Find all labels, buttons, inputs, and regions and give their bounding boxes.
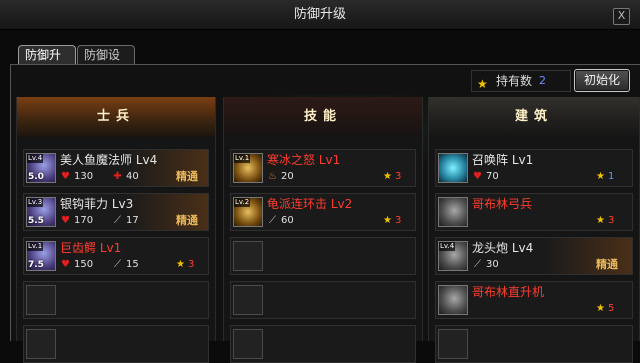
skill-row[interactable]: Lv.2 龟派连环击 Lv2 ⟋ 60 ★ 3: [230, 193, 416, 231]
window-titlebar: 防御升级 X: [0, 0, 640, 30]
owned-value: 2: [539, 74, 546, 87]
window-title: 防御升级: [293, 7, 346, 22]
soldier-row[interactable]: Lv.3 5.5 银钩菲力 Lv3 ♥ 170 ⟋ 17 精通: [23, 193, 209, 231]
empty-slot-row: [230, 281, 416, 319]
silverhook-portrait: Lv.3 5.5: [26, 197, 56, 227]
unit-name: 美人鱼魔法师 Lv4: [60, 153, 158, 167]
dragon-cannon-portrait: Lv.4: [438, 241, 468, 271]
skill-name: 寒冰之怒 Lv1: [267, 153, 341, 167]
soldier-row[interactable]: Lv.4 5.0 美人鱼魔法师 Lv4 ♥ 130 ✚ 40 精通: [23, 149, 209, 187]
building-row[interactable]: Lv.4 龙头炮 Lv4 ⟋ 30 精通: [435, 237, 633, 275]
close-button[interactable]: X: [613, 8, 630, 25]
hp-stat: ♥ 150: [61, 259, 94, 270]
building-row[interactable]: 哥布林弓兵 ★ 3: [435, 193, 633, 231]
skill-name: 龟派连环击 Lv2: [267, 197, 353, 211]
tab-defense-upgrade[interactable]: 防御升级: [18, 45, 76, 81]
ice-fury-icon: Lv.1: [233, 153, 263, 183]
empty-slot-row: [435, 325, 633, 363]
empty-slot: [233, 329, 263, 359]
heart-icon: ♥: [61, 215, 70, 226]
fire-icon: ♨: [268, 171, 277, 182]
reset-button[interactable]: 初始化: [574, 69, 630, 92]
building-name: 哥布林弓兵: [472, 197, 533, 211]
goblin-archer-portrait: [438, 197, 468, 227]
hp-stat: ♥ 70: [473, 171, 499, 182]
building-row[interactable]: 哥布林直升机 ★ 5: [435, 281, 633, 319]
building-name: 召唤阵 Lv1: [472, 153, 534, 167]
soldier-column: 士兵 Lv.4 5.0 美人鱼魔法师 Lv4 ♥ 130 ✚ 40 精通 Lv.3 …: [16, 97, 216, 363]
column-header-skill: 技能: [224, 97, 422, 137]
skill-row[interactable]: Lv.1 寒冰之怒 Lv1 ♨ 20 ★ 3: [230, 149, 416, 187]
empty-slot: [26, 329, 56, 359]
hp-stat: ♥ 130: [61, 171, 94, 182]
sword-icon: ⟋: [474, 259, 481, 270]
skill-stat: ♨ 20: [268, 171, 294, 182]
star-icon: ★: [176, 259, 185, 270]
skill-stat: ⟋ 60: [269, 215, 294, 226]
upgrade-cost: ★ 3: [596, 215, 615, 226]
elite-badge: 精通: [176, 214, 198, 227]
atk-stat: ⟋ 30: [474, 259, 499, 270]
empty-slot-row: [23, 325, 209, 363]
owned-count-box: ★ 持有数 2: [471, 70, 571, 92]
building-row[interactable]: 召唤阵 Lv1 ♥ 70 ★ 1: [435, 149, 633, 187]
upgrade-cost: ★ 3: [383, 215, 402, 226]
cross-icon: ✚: [113, 171, 122, 182]
star-icon: ★: [383, 171, 392, 182]
star-icon: ★: [596, 171, 605, 182]
star-icon: ★: [596, 303, 605, 314]
heart-icon: ♥: [61, 259, 70, 270]
atk-stat: ⟋ 17: [114, 215, 139, 226]
empty-slot-row: [230, 237, 416, 275]
sword-icon: ⟋: [114, 259, 121, 270]
unit-name: 巨齿鳄 Lv1: [60, 241, 122, 255]
star-icon: ★: [383, 215, 392, 226]
soldier-row[interactable]: Lv.1 7.5 巨齿鳄 Lv1 ♥ 150 ⟋ 15 ★ 3: [23, 237, 209, 275]
summon-circle-icon: [438, 153, 468, 183]
skill-column: 技能 Lv.1 寒冰之怒 Lv1 ♨ 20 ★ 3 Lv.2 龟派连环击 Lv2 ⟋…: [223, 97, 423, 363]
heart-icon: ♥: [61, 171, 70, 182]
upgrade-cost: ★ 3: [383, 171, 402, 182]
star-icon: ★: [477, 77, 488, 91]
turtle-combo-icon: Lv.2: [233, 197, 263, 227]
heart-icon: ♥: [473, 171, 482, 182]
empty-slot-row: [230, 325, 416, 363]
empty-slot: [233, 241, 263, 271]
unit-name: 银钩菲力 Lv3: [60, 197, 134, 211]
empty-slot-row: [23, 281, 209, 319]
upgrade-cost: ★ 1: [596, 171, 615, 182]
mermaid-mage-portrait: Lv.4 5.0: [26, 153, 56, 183]
building-name: 哥布林直升机: [472, 285, 545, 299]
crocodile-portrait: Lv.1 7.5: [26, 241, 56, 271]
owned-label: 持有数: [496, 74, 533, 88]
elite-badge: 精通: [176, 170, 198, 183]
empty-slot: [26, 285, 56, 315]
column-header-building: 建筑: [429, 97, 639, 137]
sword-icon: ⟋: [269, 215, 276, 226]
building-column: 建筑 召唤阵 Lv1 ♥ 70 ★ 1 哥布林弓兵 ★ 3 Lv.4 龙头炮 Lv4 …: [428, 97, 640, 363]
column-header-soldier: 士兵: [17, 97, 215, 137]
atk-stat: ✚ 40: [113, 171, 139, 182]
empty-slot: [233, 285, 263, 315]
building-name: 龙头炮 Lv4: [472, 241, 534, 255]
elite-badge: 精通: [596, 258, 618, 271]
atk-stat: ⟋ 15: [114, 259, 139, 270]
sword-icon: ⟋: [114, 215, 121, 226]
hp-stat: ♥ 170: [61, 215, 94, 226]
empty-slot: [438, 329, 468, 359]
upgrade-cost: ★ 3: [176, 259, 195, 270]
tab-defense-settings[interactable]: 防御设置: [77, 45, 135, 81]
upgrade-cost: ★ 5: [596, 303, 615, 314]
goblin-helicopter-portrait: [438, 285, 468, 315]
star-icon: ★: [596, 215, 605, 226]
